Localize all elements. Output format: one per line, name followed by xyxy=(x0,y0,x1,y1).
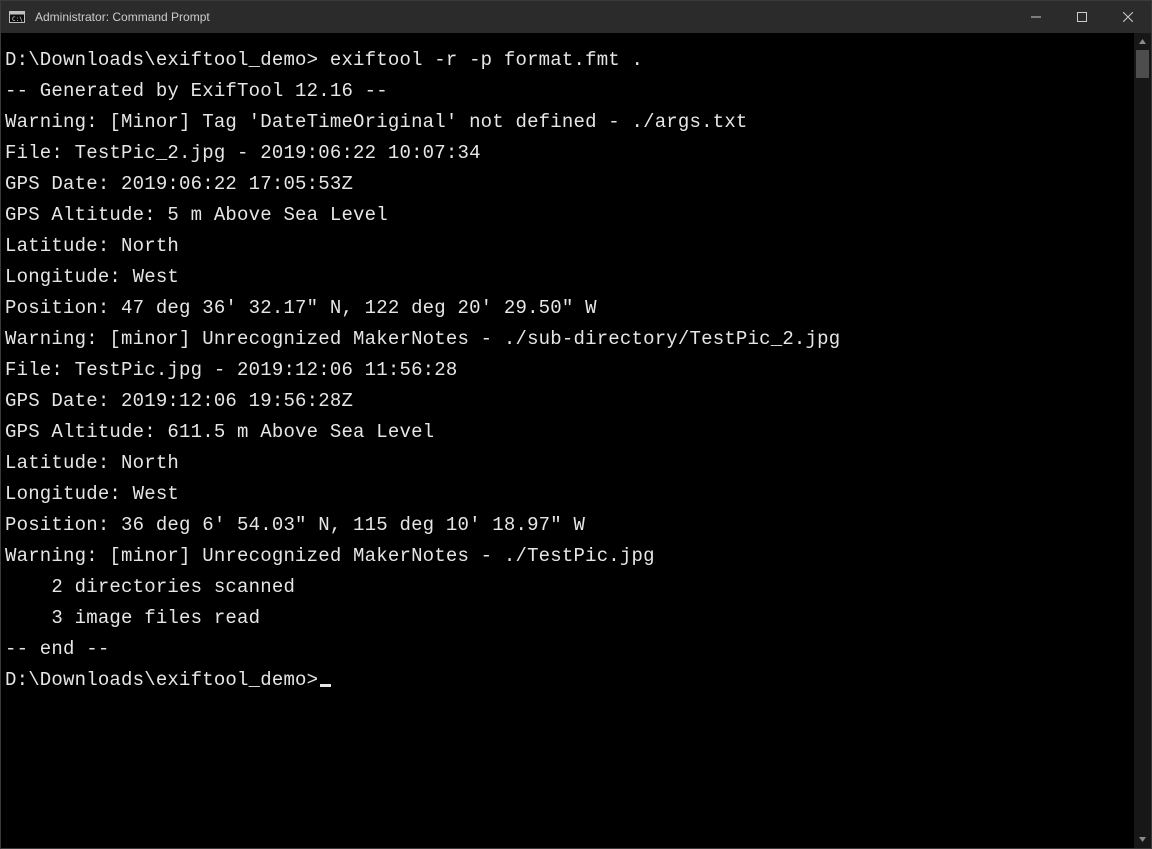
prompt-path: D:\Downloads\exiftool_demo> xyxy=(5,49,318,71)
terminal-output[interactable]: D:\Downloads\exiftool_demo> exiftool -r … xyxy=(1,33,1134,848)
output-line: File: TestPic.jpg - 2019:12:06 11:56:28 xyxy=(5,355,1134,386)
minimize-button[interactable] xyxy=(1013,1,1059,33)
output-line: Latitude: North xyxy=(5,448,1134,479)
scrollbar-track[interactable] xyxy=(1134,50,1151,831)
output-line: Position: 47 deg 36' 32.17" N, 122 deg 2… xyxy=(5,293,1134,324)
window-controls xyxy=(1013,1,1151,33)
output-line: File: TestPic_2.jpg - 2019:06:22 10:07:3… xyxy=(5,138,1134,169)
prompt-path: D:\Downloads\exiftool_demo> xyxy=(5,669,318,691)
output-line: GPS Altitude: 611.5 m Above Sea Level xyxy=(5,417,1134,448)
svg-text:C:\: C:\ xyxy=(12,16,23,23)
vertical-scrollbar[interactable] xyxy=(1134,33,1151,848)
scroll-down-arrow-icon[interactable] xyxy=(1134,831,1151,848)
cmd-app-icon: C:\ xyxy=(9,9,25,25)
output-line: Longitude: West xyxy=(5,479,1134,510)
maximize-button[interactable] xyxy=(1059,1,1105,33)
output-line: Longitude: West xyxy=(5,262,1134,293)
output-line: -- Generated by ExifTool 12.16 -- xyxy=(5,76,1134,107)
output-line: Warning: [minor] Unrecognized MakerNotes… xyxy=(5,324,1134,355)
output-line: -- end -- xyxy=(5,634,1134,665)
close-button[interactable] xyxy=(1105,1,1151,33)
command-text: exiftool -r -p format.fmt . xyxy=(318,49,643,71)
cursor xyxy=(320,684,331,687)
scrollbar-thumb[interactable] xyxy=(1136,50,1149,78)
output-line: Warning: [Minor] Tag 'DateTimeOriginal' … xyxy=(5,107,1134,138)
output-line: GPS Date: 2019:12:06 19:56:28Z xyxy=(5,386,1134,417)
client-area: D:\Downloads\exiftool_demo> exiftool -r … xyxy=(1,33,1151,848)
output-line: Position: 36 deg 6' 54.03" N, 115 deg 10… xyxy=(5,510,1134,541)
output-line: Warning: [minor] Unrecognized MakerNotes… xyxy=(5,541,1134,572)
prompt-line: D:\Downloads\exiftool_demo> xyxy=(5,665,1134,696)
output-line: GPS Altitude: 5 m Above Sea Level xyxy=(5,200,1134,231)
output-line: Latitude: North xyxy=(5,231,1134,262)
scroll-up-arrow-icon[interactable] xyxy=(1134,33,1151,50)
output-line: 2 directories scanned xyxy=(5,572,1134,603)
output-line: 3 image files read xyxy=(5,603,1134,634)
window-title: Administrator: Command Prompt xyxy=(33,10,210,24)
output-line: GPS Date: 2019:06:22 17:05:53Z xyxy=(5,169,1134,200)
prompt-line: D:\Downloads\exiftool_demo> exiftool -r … xyxy=(5,45,1134,76)
command-prompt-window: C:\ Administrator: Command Prompt D:\Dow… xyxy=(0,0,1152,849)
titlebar[interactable]: C:\ Administrator: Command Prompt xyxy=(1,1,1151,33)
